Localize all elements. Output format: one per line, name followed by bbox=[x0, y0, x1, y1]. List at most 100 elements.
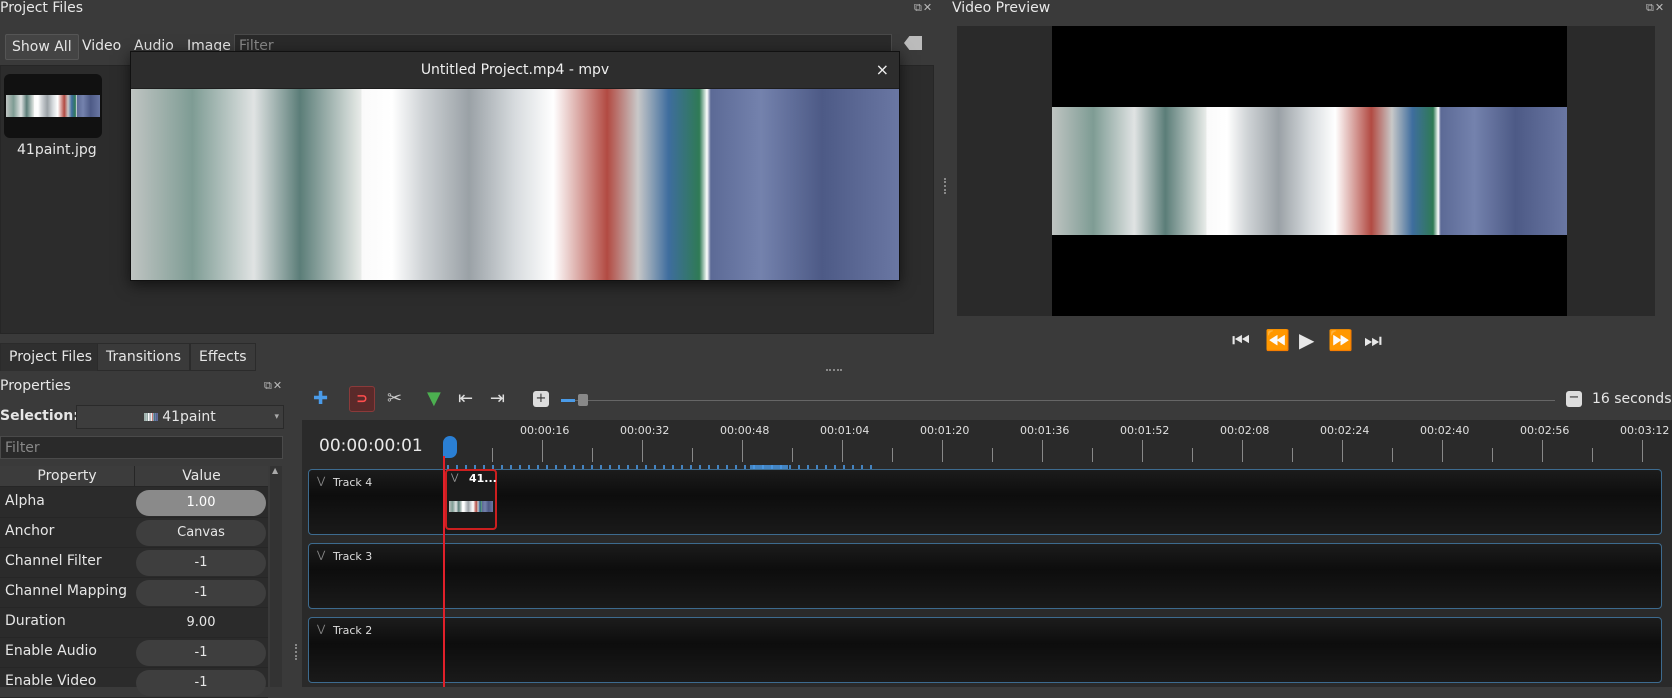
mpv-title-bar: Untitled Project.mp4 - mpv bbox=[131, 52, 899, 88]
ruler-tick bbox=[692, 448, 693, 462]
property-value[interactable]: -1 bbox=[136, 550, 266, 576]
selection-thumbnail bbox=[144, 413, 159, 421]
track-3[interactable]: ⋁ Track 3 bbox=[308, 543, 1662, 609]
track-2[interactable]: ⋁ Track 2 bbox=[308, 617, 1662, 683]
clip-menu-icon[interactable]: ⋁ bbox=[451, 473, 458, 483]
clear-filter-icon[interactable] bbox=[904, 36, 922, 50]
ruler-tick bbox=[942, 440, 943, 462]
file-thumbnail-image bbox=[6, 95, 100, 117]
column-header-value[interactable]: Value bbox=[135, 466, 268, 486]
timecode: 00:00:00:01 bbox=[319, 436, 423, 456]
rewind-icon[interactable]: ⏪ bbox=[1265, 328, 1290, 352]
property-value[interactable]: 9.00 bbox=[136, 610, 266, 636]
ruler-tick bbox=[1292, 448, 1293, 462]
ruler-tick bbox=[742, 440, 743, 462]
property-row-duration[interactable]: Duration 9.00 bbox=[0, 607, 268, 638]
file-name: 41paint.jpg bbox=[17, 142, 97, 158]
playhead-line[interactable] bbox=[443, 456, 445, 687]
properties-filter-input[interactable]: Filter bbox=[0, 436, 283, 459]
property-name: Enable Audio bbox=[5, 643, 97, 659]
property-value[interactable]: Canvas bbox=[136, 520, 266, 546]
tab-project-files[interactable]: Project Files bbox=[0, 343, 102, 371]
track-name: Track 4 bbox=[333, 476, 373, 489]
add-track-icon[interactable]: ✚ bbox=[313, 388, 328, 409]
ruler-tick bbox=[1042, 440, 1043, 462]
ruler-label: 00:00:48 bbox=[720, 424, 770, 437]
property-name: Duration bbox=[5, 613, 66, 629]
ruler-tick bbox=[642, 440, 643, 462]
ruler-tick bbox=[1142, 440, 1143, 462]
selection-dropdown[interactable]: 41paint ▾ bbox=[76, 405, 284, 429]
ruler-tick bbox=[1392, 448, 1393, 462]
project-files-dock-controls[interactable]: ⧉✕ bbox=[914, 1, 933, 15]
ruler-label: 00:02:40 bbox=[1420, 424, 1470, 437]
ruler-label: 00:00:16 bbox=[520, 424, 570, 437]
timeline-clip[interactable]: ⋁ 41... bbox=[445, 469, 497, 530]
track-name: Track 3 bbox=[333, 550, 373, 563]
chevron-down-icon: ▾ bbox=[274, 412, 279, 422]
property-row-channel-mapping[interactable]: Channel Mapping -1 bbox=[0, 577, 268, 608]
snapping-magnet-icon[interactable]: ⊃ bbox=[349, 386, 375, 412]
selection-value: 41paint bbox=[162, 409, 216, 425]
track-name: Track 2 bbox=[333, 624, 373, 637]
tab-transitions[interactable]: Transitions bbox=[97, 343, 190, 371]
track-collapse-icon[interactable]: ⋁ bbox=[317, 624, 325, 635]
ruler-tick bbox=[542, 440, 543, 462]
tab-effects[interactable]: Effects bbox=[190, 343, 256, 371]
ruler-tick bbox=[842, 440, 843, 462]
jump-end-icon[interactable]: ⏭ bbox=[1364, 328, 1382, 352]
ruler-tick bbox=[592, 448, 593, 462]
video-preview-frame bbox=[1052, 107, 1567, 235]
ruler-label: 00:00:32 bbox=[620, 424, 670, 437]
filter-tab-show-all[interactable]: Show All bbox=[5, 34, 79, 60]
previous-marker-icon[interactable]: ⇤ bbox=[458, 388, 473, 409]
properties-scrollbar[interactable]: ▲ bbox=[270, 466, 282, 687]
splitter-handle-vertical[interactable] bbox=[295, 644, 299, 660]
zoom-out-icon[interactable]: − bbox=[1566, 391, 1582, 407]
property-value[interactable]: -1 bbox=[136, 580, 266, 606]
properties-dock-controls[interactable]: ⧉✕ bbox=[264, 379, 283, 393]
property-row-enable-video[interactable]: Enable Video -1 bbox=[0, 667, 268, 698]
file-thumbnail[interactable] bbox=[4, 74, 102, 138]
playhead-handle[interactable] bbox=[443, 436, 457, 458]
properties-table-header: Property Value bbox=[0, 466, 268, 487]
property-value[interactable]: -1 bbox=[136, 640, 266, 666]
zoom-slider-handle[interactable] bbox=[578, 394, 588, 406]
add-marker-icon[interactable]: ▼ bbox=[427, 388, 441, 409]
track-4[interactable]: ⋁ Track 4 bbox=[308, 469, 1662, 535]
video-preview-dock-controls[interactable]: ⧉✕ bbox=[1646, 1, 1665, 15]
mpv-window[interactable]: Untitled Project.mp4 - mpv × bbox=[130, 51, 900, 281]
play-icon[interactable]: ▶ bbox=[1299, 328, 1314, 352]
scroll-up-icon[interactable]: ▲ bbox=[272, 466, 278, 475]
zoom-slider-track[interactable] bbox=[575, 400, 1555, 401]
mpv-video-frame bbox=[131, 89, 899, 280]
video-preview-screen bbox=[1052, 26, 1567, 316]
ruler-label: 00:03:12 bbox=[1620, 424, 1670, 437]
property-name: Channel Filter bbox=[5, 553, 102, 569]
track-collapse-icon[interactable]: ⋁ bbox=[317, 550, 325, 561]
filter-tab-video[interactable]: Video bbox=[76, 34, 127, 58]
mpv-close-button[interactable]: × bbox=[876, 52, 889, 88]
ruler-tick bbox=[1642, 440, 1643, 462]
property-value[interactable]: 1.00 bbox=[136, 490, 266, 516]
razor-icon[interactable]: ✂ bbox=[387, 388, 402, 409]
next-marker-icon[interactable]: ⇥ bbox=[490, 388, 505, 409]
splitter-handle[interactable] bbox=[944, 178, 948, 194]
property-row-anchor[interactable]: Anchor Canvas bbox=[0, 517, 268, 548]
center-timeline-icon[interactable]: + bbox=[533, 391, 549, 407]
fast-forward-icon[interactable]: ⏩ bbox=[1328, 328, 1353, 352]
properties-table-body: Alpha 1.00 Anchor Canvas Channel Filter … bbox=[0, 487, 268, 698]
splitter-handle-horizontal[interactable] bbox=[826, 369, 842, 373]
property-row-alpha[interactable]: Alpha 1.00 bbox=[0, 487, 268, 518]
property-row-channel-filter[interactable]: Channel Filter -1 bbox=[0, 547, 268, 578]
property-value[interactable]: -1 bbox=[136, 670, 266, 696]
ruler-tick bbox=[1192, 448, 1193, 462]
track-collapse-icon[interactable]: ⋁ bbox=[317, 476, 325, 487]
column-header-property[interactable]: Property bbox=[0, 466, 135, 486]
property-row-enable-audio[interactable]: Enable Audio -1 bbox=[0, 637, 268, 668]
jump-start-icon[interactable]: ⏮ bbox=[1232, 328, 1250, 352]
ruler-tick bbox=[892, 448, 893, 462]
ruler-tick bbox=[1442, 440, 1443, 462]
clip-label: 41... bbox=[469, 472, 497, 485]
ruler-tick bbox=[1242, 440, 1243, 462]
